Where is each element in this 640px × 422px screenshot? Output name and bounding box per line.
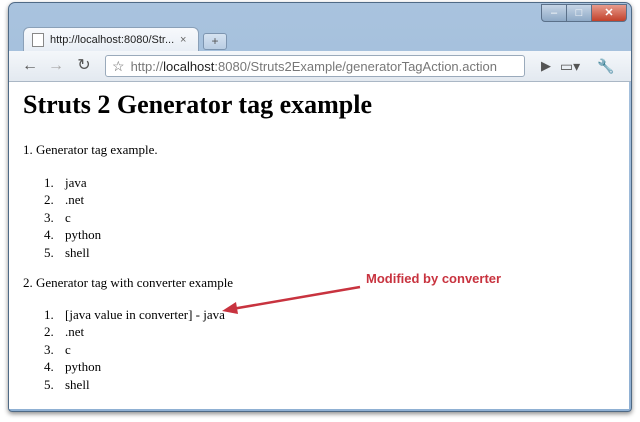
annotation-label: Modified by converter bbox=[366, 271, 502, 286]
annotation-arrow-icon bbox=[222, 285, 361, 314]
